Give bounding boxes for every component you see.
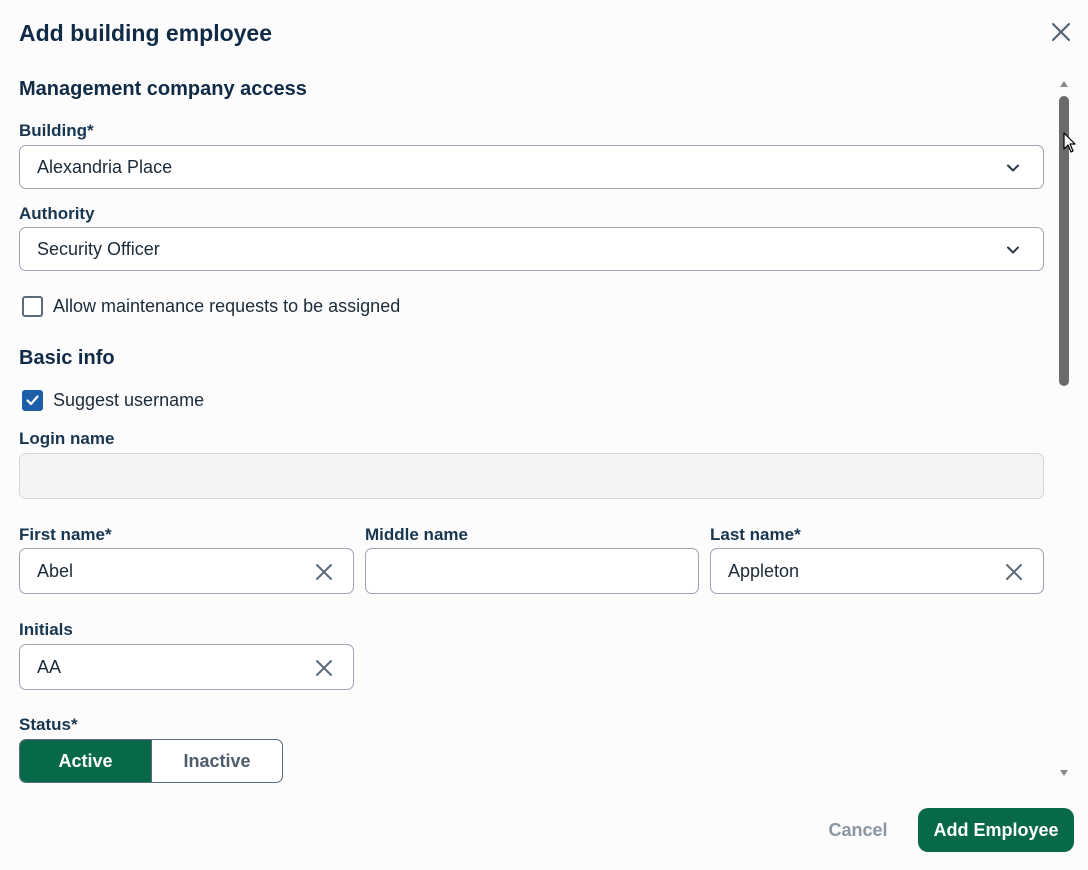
cancel-button[interactable]: Cancel <box>812 808 904 852</box>
login-name-label: Login name <box>19 429 115 448</box>
building-select[interactable]: Alexandria Place <box>19 145 1044 189</box>
add-employee-dialog: Add building employee Management company… <box>0 0 1088 870</box>
basic-info-section-title: Basic info <box>19 347 115 369</box>
status-label: Status* <box>19 715 78 734</box>
scroll-down-icon[interactable] <box>1059 769 1069 777</box>
building-value: Alexandria Place <box>37 156 173 177</box>
maintenance-checkbox-row[interactable]: Allow maintenance requests to be assigne… <box>22 296 400 317</box>
suggest-username-checkbox[interactable] <box>22 390 43 411</box>
status-inactive-button[interactable]: Inactive <box>151 740 282 782</box>
dialog-title: Add building employee <box>19 20 273 46</box>
clear-icon[interactable] <box>315 659 333 677</box>
last-name-label: Last name* <box>710 525 801 544</box>
chevron-down-icon <box>1007 164 1019 172</box>
clear-icon[interactable] <box>1005 563 1023 581</box>
scroll-up-icon[interactable] <box>1059 80 1069 88</box>
first-name-input[interactable]: Abel <box>19 548 354 594</box>
add-employee-button[interactable]: Add Employee <box>918 808 1074 852</box>
maintenance-checkbox-label: Allow maintenance requests to be assigne… <box>53 296 401 316</box>
suggest-username-label: Suggest username <box>53 390 205 410</box>
status-toggle: Active Inactive <box>19 739 283 783</box>
initials-label: Initials <box>19 620 73 639</box>
last-name-value: Appleton <box>728 560 800 581</box>
login-name-input[interactable] <box>19 453 1044 499</box>
suggest-username-row[interactable]: Suggest username <box>22 390 204 411</box>
initials-value: AA <box>37 656 62 677</box>
middle-name-input[interactable] <box>365 548 699 594</box>
maintenance-checkbox[interactable] <box>22 296 43 317</box>
clear-icon[interactable] <box>315 563 333 581</box>
checkmark-icon <box>26 395 39 406</box>
building-label: Building* <box>19 121 94 140</box>
chevron-down-icon <box>1007 246 1019 254</box>
first-name-label: First name* <box>19 525 112 544</box>
management-section-title: Management company access <box>19 78 307 100</box>
authority-label: Authority <box>19 204 95 223</box>
authority-select[interactable]: Security Officer <box>19 227 1044 271</box>
first-name-value: Abel <box>37 560 74 581</box>
close-icon[interactable] <box>1049 20 1073 44</box>
last-name-input[interactable]: Appleton <box>710 548 1044 594</box>
initials-input[interactable]: AA <box>19 644 354 690</box>
authority-value: Security Officer <box>37 238 160 259</box>
mouse-cursor-icon <box>1063 132 1076 153</box>
status-active-button[interactable]: Active <box>20 740 151 782</box>
middle-name-label: Middle name <box>365 525 468 544</box>
